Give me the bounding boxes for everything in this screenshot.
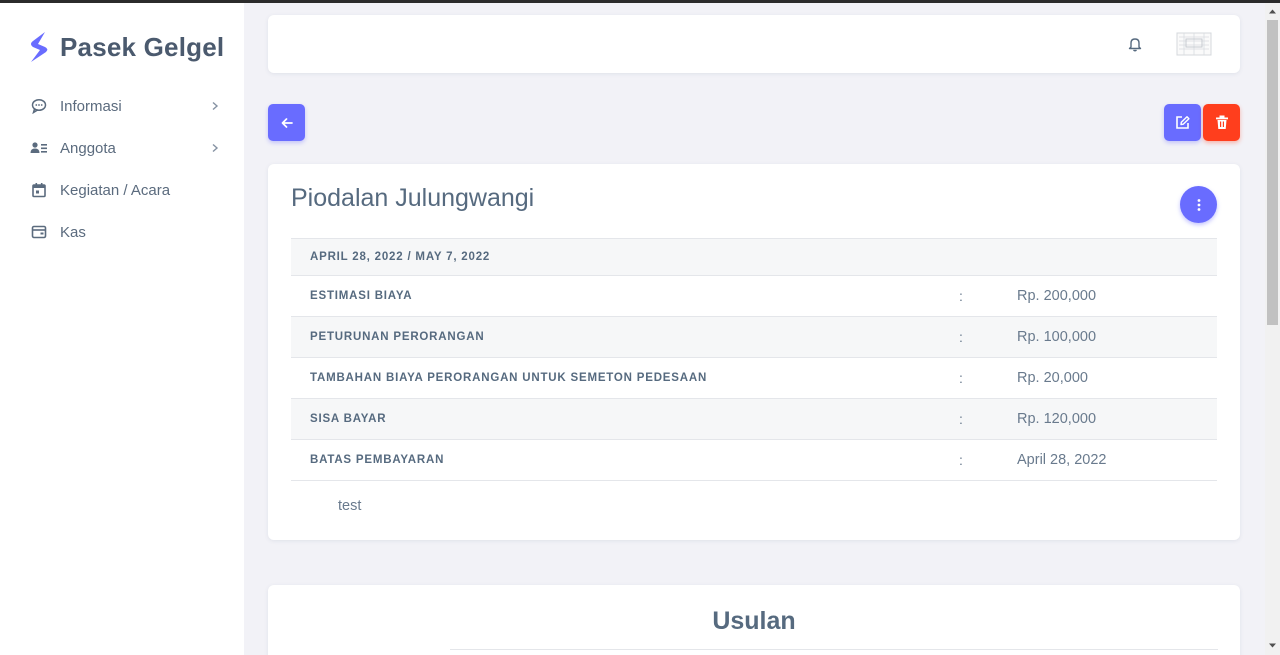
sidebar-item-kas[interactable]: Kas [24,211,224,253]
sidebar-item-label: Kegiatan / Acara [60,181,171,199]
user-avatar-icon[interactable] [1174,28,1214,58]
edit-button[interactable] [1164,104,1201,141]
scrollbar-thumb[interactable] [1267,20,1278,325]
user-list-icon [30,139,48,157]
sidebar-item-informasi[interactable]: Informasi [24,85,224,127]
trash-icon [1215,115,1228,129]
back-button[interactable] [268,104,305,141]
row-value: Rp. 20,000 [1017,357,1217,399]
edit-icon [1176,116,1190,129]
usulan-title: Usulan [712,607,796,635]
event-detail-card: Piodalan Julungwangi APRIL 28, 2022 / MA… [268,164,1240,540]
s-bolt-icon [31,32,48,62]
chevron-right-icon [212,143,219,153]
row-label: PETURUNAN PERORANGAN [291,316,957,358]
row-value: Rp. 100,000 [1017,316,1217,358]
row-separator: : [957,316,1017,358]
delete-button[interactable] [1203,104,1240,141]
date-range: APRIL 28, 2022 / MAY 7, 2022 [291,238,1217,276]
sidebar: Pasek Gelgel Informasi Anggota Kegiatan … [0,3,244,655]
event-title: Piodalan Julungwangi [291,184,535,212]
top-navbar [268,15,1240,73]
sidebar-item-label: Anggota [60,139,116,157]
row-value: Rp. 200,000 [1017,275,1217,317]
chevron-right-icon [212,101,219,111]
row-separator: : [957,398,1017,440]
sidebar-menu: Informasi Anggota Kegiatan / Acara Kas [24,85,224,253]
divider [450,649,1218,650]
table-row: ESTIMASI BIAYA : Rp. 200,000 [291,275,1217,317]
brand-name: Pasek Gelgel [60,31,225,62]
sidebar-item-label: Informasi [60,97,122,115]
date-range-row: APRIL 28, 2022 / MAY 7, 2022 [291,238,1217,276]
scroll-down-arrow-icon[interactable] [1268,641,1277,650]
row-separator: : [957,357,1017,399]
arrow-left-icon [281,117,293,128]
usulan-card: Usulan [268,585,1240,655]
wallet-icon [30,223,48,241]
brand[interactable]: Pasek Gelgel [28,31,224,63]
sidebar-item-anggota[interactable]: Anggota [24,127,224,169]
table-row: TAMBAHAN BIAYA PERORANGAN UNTUK SEMETON … [291,357,1217,399]
chat-bubble-icon [30,97,48,115]
row-label: TAMBAHAN BIAYA PERORANGAN UNTUK SEMETON … [291,357,957,399]
row-value: April 28, 2022 [1017,439,1217,481]
row-separator: : [957,439,1017,481]
bell-icon[interactable] [1126,35,1144,53]
page-scrollbar[interactable] [1265,3,1280,655]
calendar-icon [30,181,48,199]
row-label: BATAS PEMBAYARAN [291,439,957,481]
sidebar-item-label: Kas [60,223,86,241]
row-separator: : [957,275,1017,317]
scroll-up-arrow-icon[interactable] [1268,7,1277,16]
table-row: SISA BAYAR : Rp. 120,000 [291,398,1217,440]
kebab-menu-icon [1197,198,1200,211]
table-row: PETURUNAN PERORANGAN : Rp. 100,000 [291,316,1217,358]
row-value: Rp. 120,000 [1017,398,1217,440]
table-row: BATAS PEMBAYARAN : April 28, 2022 [291,439,1217,481]
row-label: SISA BAYAR [291,398,957,440]
event-note: test [338,498,362,514]
event-info-table: APRIL 28, 2022 / MAY 7, 2022 ESTIMASI BI… [291,238,1217,481]
more-options-button[interactable] [1180,186,1217,223]
row-label: ESTIMASI BIAYA [291,275,957,317]
sidebar-item-kegiatan[interactable]: Kegiatan / Acara [24,169,224,211]
